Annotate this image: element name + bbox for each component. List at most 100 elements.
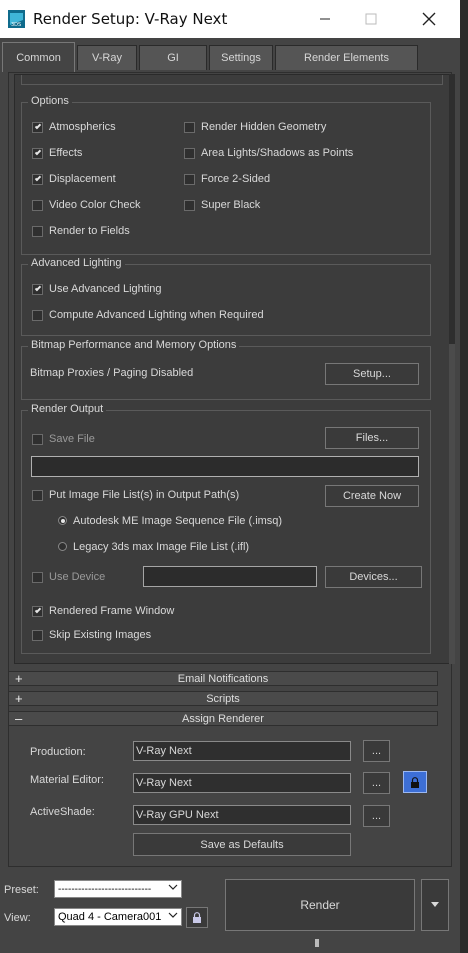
production-browse-button[interactable]: ... bbox=[363, 740, 390, 762]
rendered-frame-window-checkbox[interactable] bbox=[32, 606, 43, 617]
minimize-button[interactable] bbox=[302, 0, 348, 38]
minimize-icon bbox=[320, 18, 330, 20]
resize-grip bbox=[315, 939, 319, 947]
ifl-radio-label: Legacy 3ds max Image File List (.ifl) bbox=[73, 541, 250, 553]
material-editor-label: Material Editor: bbox=[30, 774, 104, 786]
activeshade-label: ActiveShade: bbox=[30, 806, 95, 818]
background-viewport-edge bbox=[460, 0, 468, 953]
force-2-sided-label: Force 2-Sided bbox=[201, 173, 271, 185]
preset-dropdown[interactable]: ---------------------------- bbox=[54, 880, 182, 898]
advanced-lighting-group: Advanced Lighting Use Advanced Lighting … bbox=[21, 257, 431, 336]
render-output-legend: Render Output bbox=[28, 403, 107, 415]
render-hidden-geometry-checkbox[interactable] bbox=[184, 122, 195, 133]
svg-text:3DS: 3DS bbox=[11, 22, 21, 28]
advanced-lighting-legend: Advanced Lighting bbox=[28, 257, 125, 269]
save-file-checkbox[interactable] bbox=[32, 434, 43, 445]
email-notifications-label: Email Notifications bbox=[177, 672, 269, 685]
options-group: Options Atmospherics Effects Displacemen… bbox=[21, 95, 431, 255]
lock-icon bbox=[193, 912, 201, 923]
close-icon bbox=[422, 12, 436, 26]
ifl-radio[interactable] bbox=[58, 542, 67, 551]
device-field[interactable] bbox=[143, 566, 317, 587]
imsq-radio[interactable] bbox=[58, 516, 67, 525]
create-now-button[interactable]: Create Now bbox=[325, 485, 419, 507]
bottom-bar: Preset: ---------------------------- Vie… bbox=[0, 867, 460, 953]
production-label: Production: bbox=[30, 746, 86, 758]
chevron-down-icon bbox=[168, 910, 178, 923]
use-device-label: Use Device bbox=[49, 571, 106, 583]
check-mark-icon bbox=[34, 148, 41, 156]
previous-group-edge bbox=[21, 75, 443, 85]
lock-icon bbox=[411, 776, 419, 788]
render-output-group: Render Output Save File Files... Put Ima… bbox=[21, 403, 431, 654]
bitmap-options-legend: Bitmap Performance and Memory Options bbox=[28, 339, 240, 351]
tab-bar: Common V-Ray GI Settings Render Elements bbox=[0, 38, 460, 72]
tab-common[interactable]: Common bbox=[2, 42, 75, 72]
render-hidden-geometry-label: Render Hidden Geometry bbox=[201, 121, 327, 133]
email-notifications-rollout[interactable]: + Email Notifications bbox=[8, 671, 438, 686]
bitmap-proxies-status: Bitmap Proxies / Paging Disabled bbox=[30, 367, 194, 379]
material-editor-renderer-field: V-Ray Next bbox=[133, 773, 351, 793]
view-dropdown[interactable]: Quad 4 - Camera001 bbox=[54, 908, 182, 926]
view-lock-button[interactable] bbox=[186, 907, 208, 928]
activeshade-renderer-field: V-Ray GPU Next bbox=[133, 805, 351, 825]
tab-gi[interactable]: GI bbox=[139, 45, 207, 70]
check-mark-icon bbox=[34, 606, 41, 614]
use-advanced-lighting-checkbox[interactable] bbox=[32, 284, 43, 295]
expand-plus-icon: + bbox=[15, 691, 23, 706]
put-image-file-list-checkbox[interactable] bbox=[32, 490, 43, 501]
imsq-radio-label: Autodesk ME Image Sequence File (.imsq) bbox=[73, 515, 283, 527]
save-as-defaults-button[interactable]: Save as Defaults bbox=[133, 833, 351, 856]
compute-advanced-lighting-label: Compute Advanced Lighting when Required bbox=[49, 309, 264, 321]
panel-scrollbar-thumb[interactable] bbox=[449, 74, 455, 344]
collapse-minus-icon: – bbox=[15, 711, 23, 726]
video-color-check-checkbox[interactable] bbox=[32, 200, 43, 211]
bitmap-setup-button[interactable]: Setup... bbox=[325, 363, 419, 385]
render-button[interactable]: Render bbox=[225, 879, 415, 931]
atmospherics-label: Atmospherics bbox=[49, 121, 116, 133]
super-black-label: Super Black bbox=[201, 199, 261, 211]
options-legend: Options bbox=[28, 95, 72, 107]
scripts-label: Scripts bbox=[206, 692, 240, 705]
render-to-fields-checkbox[interactable] bbox=[32, 226, 43, 237]
assign-renderer-label: Assign Renderer bbox=[182, 712, 264, 725]
maximize-button[interactable] bbox=[348, 0, 394, 38]
displacement-checkbox[interactable] bbox=[32, 174, 43, 185]
close-button[interactable] bbox=[406, 0, 452, 38]
tab-render-elements[interactable]: Render Elements bbox=[275, 45, 418, 70]
app-icon: 3DS bbox=[8, 10, 25, 28]
video-color-check-label: Video Color Check bbox=[49, 199, 141, 211]
super-black-checkbox[interactable] bbox=[184, 200, 195, 211]
output-file-path-field[interactable] bbox=[31, 456, 419, 477]
check-mark-icon bbox=[34, 284, 41, 292]
files-button[interactable]: Files... bbox=[325, 427, 419, 449]
view-label: View: bbox=[4, 912, 31, 924]
assign-renderer-rollout[interactable]: – Assign Renderer bbox=[8, 711, 438, 726]
render-dropdown-button[interactable] bbox=[421, 879, 449, 931]
area-lights-shadows-checkbox[interactable] bbox=[184, 148, 195, 159]
skip-existing-images-checkbox[interactable] bbox=[32, 630, 43, 641]
scripts-rollout[interactable]: + Scripts bbox=[8, 691, 438, 706]
tab-settings[interactable]: Settings bbox=[209, 45, 273, 70]
preset-value: ---------------------------- bbox=[58, 883, 152, 895]
title-bar: 3DS Render Setup: V-Ray Next bbox=[0, 0, 460, 38]
area-lights-shadows-label: Area Lights/Shadows as Points bbox=[201, 147, 354, 159]
render-to-fields-label: Render to Fields bbox=[49, 225, 130, 237]
common-parameters-panel: Options Atmospherics Effects Displacemen… bbox=[14, 74, 450, 664]
material-editor-browse-button[interactable]: ... bbox=[363, 772, 390, 794]
compute-advanced-lighting-checkbox[interactable] bbox=[32, 310, 43, 321]
triangle-down-icon bbox=[431, 902, 439, 907]
devices-button[interactable]: Devices... bbox=[325, 566, 422, 588]
production-renderer-field: V-Ray Next bbox=[133, 741, 351, 761]
force-2-sided-checkbox[interactable] bbox=[184, 174, 195, 185]
check-mark-icon bbox=[34, 122, 41, 130]
tab-vray[interactable]: V-Ray bbox=[77, 45, 137, 70]
put-image-file-list-label: Put Image File List(s) in Output Path(s) bbox=[49, 489, 240, 501]
use-advanced-lighting-label: Use Advanced Lighting bbox=[49, 283, 162, 295]
atmospherics-checkbox[interactable] bbox=[32, 122, 43, 133]
activeshade-browse-button[interactable]: ... bbox=[363, 805, 390, 827]
material-editor-lock-button[interactable] bbox=[403, 771, 427, 793]
effects-checkbox[interactable] bbox=[32, 148, 43, 159]
use-device-checkbox[interactable] bbox=[32, 572, 43, 583]
radio-selected-icon bbox=[60, 518, 65, 523]
